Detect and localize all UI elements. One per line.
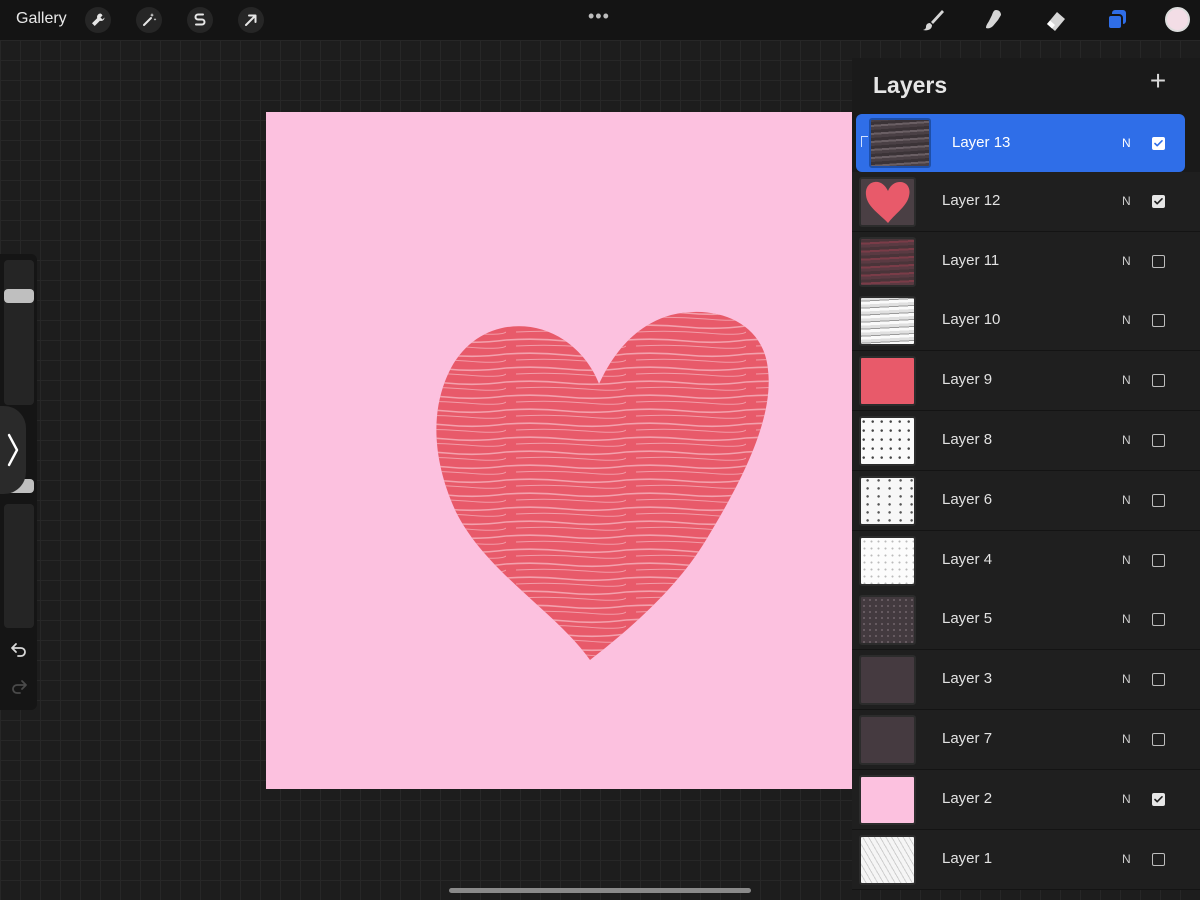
layer-visibility-checkbox[interactable]: [1152, 493, 1165, 507]
layer-thumbnail[interactable]: [859, 296, 916, 347]
layer-row-layer-5[interactable]: Layer 5 N: [852, 590, 1200, 651]
layer-name-label: Layer 6: [942, 490, 993, 508]
layers-panel-title: Layers: [873, 72, 948, 98]
layer-row-layer-12[interactable]: Layer 12 N: [852, 171, 1200, 232]
layer-name-label: Layer 4: [942, 550, 993, 568]
redo-icon[interactable]: [10, 677, 28, 695]
layer-row-layer-10[interactable]: Layer 10 N: [852, 291, 1200, 352]
blend-mode-button[interactable]: N: [1122, 194, 1131, 208]
layer-visibility-checkbox[interactable]: [1152, 733, 1165, 746]
layer-name-label: Layer 9: [942, 371, 993, 389]
blend-mode-button[interactable]: N: [1122, 732, 1131, 746]
layer-visibility-checkbox[interactable]: [1152, 673, 1165, 687]
layer-thumbnail[interactable]: [859, 715, 916, 765]
checkmark-icon: [1154, 140, 1163, 147]
heart-thumbnail-icon: [865, 181, 910, 223]
layer-visibility-checkbox[interactable]: [1152, 613, 1165, 627]
layer-name-label: Layer 3: [942, 670, 993, 688]
blend-mode-button[interactable]: N: [1122, 792, 1131, 806]
blend-mode-button[interactable]: N: [1122, 313, 1131, 327]
add-layer-button[interactable]: +: [1146, 67, 1170, 95]
brush-opacity-slider[interactable]: [4, 504, 34, 628]
layer-visibility-checkbox[interactable]: [1152, 852, 1165, 866]
layer-thumbnail[interactable]: [859, 236, 916, 287]
blend-mode-button[interactable]: N: [1122, 493, 1131, 507]
magic-wand-icon[interactable]: [136, 7, 162, 33]
layer-visibility-checkbox[interactable]: [1152, 194, 1165, 208]
layer-row-layer-1[interactable]: Layer 1 N: [852, 829, 1200, 890]
layer-row-layer-8[interactable]: Layer 8 N: [852, 411, 1200, 471]
layer-visibility-checkbox[interactable]: [1152, 137, 1165, 150]
wrench-icon[interactable]: [85, 7, 111, 33]
blend-mode-button[interactable]: N: [1122, 553, 1131, 567]
layer-thumbnail[interactable]: [859, 176, 916, 227]
undo-icon[interactable]: [10, 640, 28, 658]
top-toolbar: Gallery •••: [0, 0, 1200, 40]
layer-name-label: Layer 12: [942, 191, 1001, 209]
layer-thumbnail[interactable]: [859, 655, 916, 706]
layer-visibility-checkbox[interactable]: [1152, 374, 1165, 388]
layer-name-label: Layer 10: [942, 311, 1001, 329]
layers-icon[interactable]: [1103, 6, 1131, 34]
blend-mode-button[interactable]: N: [1122, 254, 1131, 268]
layer-name-label: Layer 13: [952, 134, 1011, 151]
eraser-icon[interactable]: [1042, 6, 1070, 34]
more-options-button[interactable]: •••: [588, 6, 610, 27]
blend-mode-button[interactable]: N: [1122, 136, 1131, 150]
layer-row-layer-4[interactable]: Layer 4 N: [852, 530, 1200, 591]
layer-row-layer-2[interactable]: Layer 2 N: [852, 769, 1200, 830]
checkmark-icon: [1154, 795, 1163, 803]
gallery-button[interactable]: Gallery: [16, 10, 67, 28]
blend-mode-button[interactable]: N: [1122, 672, 1131, 686]
drawing-canvas[interactable]: [266, 112, 852, 789]
layer-thumbnail[interactable]: [859, 595, 916, 646]
layers-panel: Layers + Layer 13 N Layer 12 N Layer 11 N Laye…: [852, 58, 1200, 890]
layer-name-label: Layer 1: [942, 849, 993, 867]
heart-illustration: [436, 311, 769, 660]
layer-row-layer-7[interactable]: Layer 7 N: [852, 710, 1200, 770]
layer-name-label: Layer 2: [942, 789, 993, 807]
sidebar-collapse-tab[interactable]: [0, 406, 26, 494]
layer-thumbnail[interactable]: [869, 118, 931, 168]
transform-arrow-icon[interactable]: [238, 7, 264, 33]
layer-row-layer-11[interactable]: Layer 11 N: [852, 231, 1200, 292]
layer-visibility-checkbox[interactable]: [1152, 254, 1165, 268]
layer-row-layer-9[interactable]: Layer 9 N: [852, 351, 1200, 412]
smudge-icon[interactable]: [980, 6, 1008, 34]
brush-icon[interactable]: [919, 6, 947, 34]
layer-visibility-checkbox[interactable]: [1152, 314, 1165, 328]
blend-mode-button[interactable]: N: [1122, 373, 1131, 387]
layer-name-label: Layer 11: [942, 251, 1000, 269]
layer-thumbnail[interactable]: [859, 475, 916, 526]
layer-thumbnail[interactable]: [859, 834, 916, 885]
blend-mode-button[interactable]: N: [1122, 612, 1131, 626]
home-indicator: [449, 888, 751, 893]
selection-icon[interactable]: [187, 7, 213, 33]
color-picker-swatch[interactable]: [1165, 7, 1190, 32]
layer-row-layer-13[interactable]: Layer 13 N: [856, 114, 1185, 172]
layer-name-label: Layer 8: [942, 431, 993, 448]
layer-thumbnail[interactable]: [859, 416, 916, 466]
blend-mode-button[interactable]: N: [1122, 433, 1131, 447]
layer-thumbnail[interactable]: [859, 356, 916, 407]
layer-row-layer-3[interactable]: Layer 3 N: [852, 650, 1200, 711]
layer-row-layer-6[interactable]: Layer 6 N: [852, 470, 1200, 531]
clipping-mask-icon: [861, 136, 868, 147]
layer-thumbnail[interactable]: [859, 774, 916, 825]
checkmark-icon: [1154, 197, 1163, 205]
layer-thumbnail[interactable]: [859, 535, 916, 586]
layer-visibility-checkbox[interactable]: [1152, 792, 1165, 806]
chevron-right-icon: [7, 433, 19, 467]
brush-size-slider[interactable]: [4, 260, 34, 405]
layer-name-label: Layer 5: [942, 610, 993, 628]
brush-size-thumb[interactable]: [4, 289, 34, 303]
layer-name-label: Layer 7: [942, 730, 993, 747]
layer-visibility-checkbox[interactable]: [1152, 434, 1165, 447]
blend-mode-button[interactable]: N: [1122, 852, 1131, 866]
layer-visibility-checkbox[interactable]: [1152, 553, 1165, 567]
